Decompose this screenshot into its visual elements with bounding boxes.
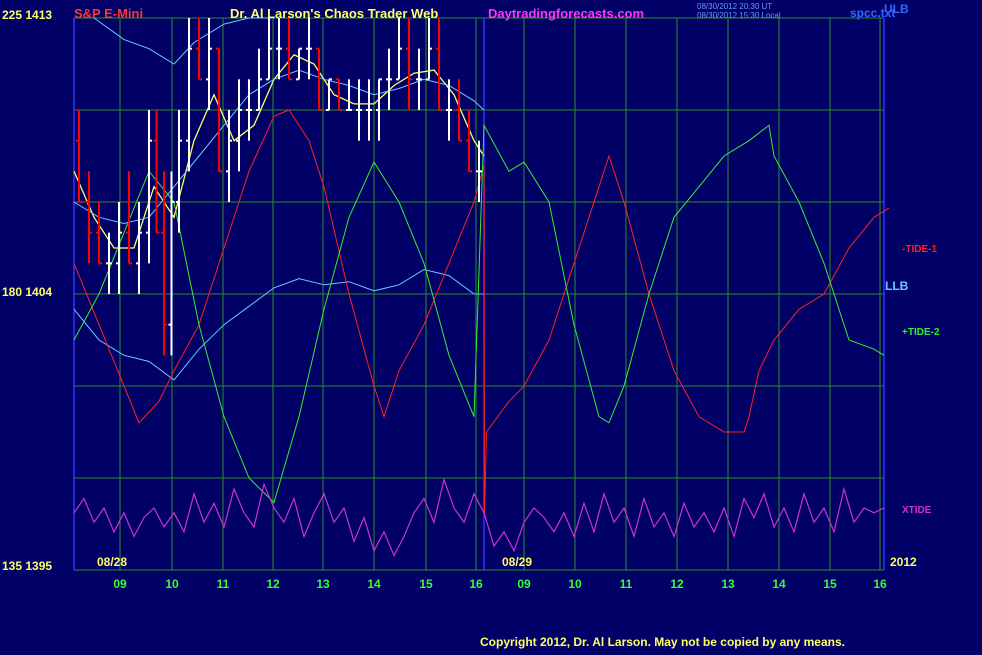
tide2-label: +TIDE-2 bbox=[902, 327, 940, 338]
chart-title: Dr. Al Larson's Chaos Trader Web bbox=[230, 6, 438, 21]
hour-tick-label: 15 bbox=[823, 577, 837, 591]
symbol-title: S&P E-Mini bbox=[74, 6, 143, 21]
left-axis-top: 225 1413 bbox=[2, 8, 52, 22]
date-label-first: 08/28 bbox=[97, 555, 127, 569]
left-axis-bottom: 135 1395 bbox=[2, 559, 52, 573]
llb-label: LLB bbox=[885, 279, 909, 293]
hour-tick-label: 11 bbox=[620, 577, 633, 591]
hour-tick-label: 16 bbox=[469, 577, 483, 591]
copyright-notice: Copyright 2012, Dr. Al Larson. May not b… bbox=[480, 635, 845, 649]
hour-tick-label: 12 bbox=[266, 577, 280, 591]
hour-tick-label: 13 bbox=[316, 577, 330, 591]
date-label-second: 08/29 bbox=[502, 555, 532, 569]
hour-tick-label: 09 bbox=[517, 577, 531, 591]
tide1-label: -TIDE-1 bbox=[902, 244, 937, 255]
xtide-label: XTIDE bbox=[902, 505, 932, 516]
left-axis-mid: 180 1404 bbox=[2, 285, 52, 299]
hour-tick-label: 10 bbox=[568, 577, 582, 591]
hour-tick-label: 14 bbox=[367, 577, 381, 591]
site-link[interactable]: Daytradingforecasts.com bbox=[488, 6, 644, 21]
hour-tick-label: 16 bbox=[873, 577, 887, 591]
hour-tick-label: 13 bbox=[721, 577, 735, 591]
hour-tick-label: 10 bbox=[165, 577, 179, 591]
hour-tick-label: 12 bbox=[670, 577, 684, 591]
hour-tick-label: 11 bbox=[217, 577, 230, 591]
chart-background bbox=[0, 0, 982, 650]
ulb-label: ULB bbox=[884, 2, 909, 16]
hour-tick-label: 15 bbox=[419, 577, 433, 591]
chart-root: S&P E-Mini Dr. Al Larson's Chaos Trader … bbox=[0, 0, 982, 650]
timestamp-local: 08/30/2012 15:30 Local bbox=[697, 11, 781, 20]
year-label: 2012 bbox=[890, 555, 917, 569]
hour-tick-label: 14 bbox=[772, 577, 786, 591]
timestamp-ut: 08/30/2012 20:30 UT bbox=[697, 2, 772, 11]
chart-canvas: S&P E-Mini Dr. Al Larson's Chaos Trader … bbox=[0, 0, 982, 650]
hour-tick-label: 09 bbox=[113, 577, 127, 591]
